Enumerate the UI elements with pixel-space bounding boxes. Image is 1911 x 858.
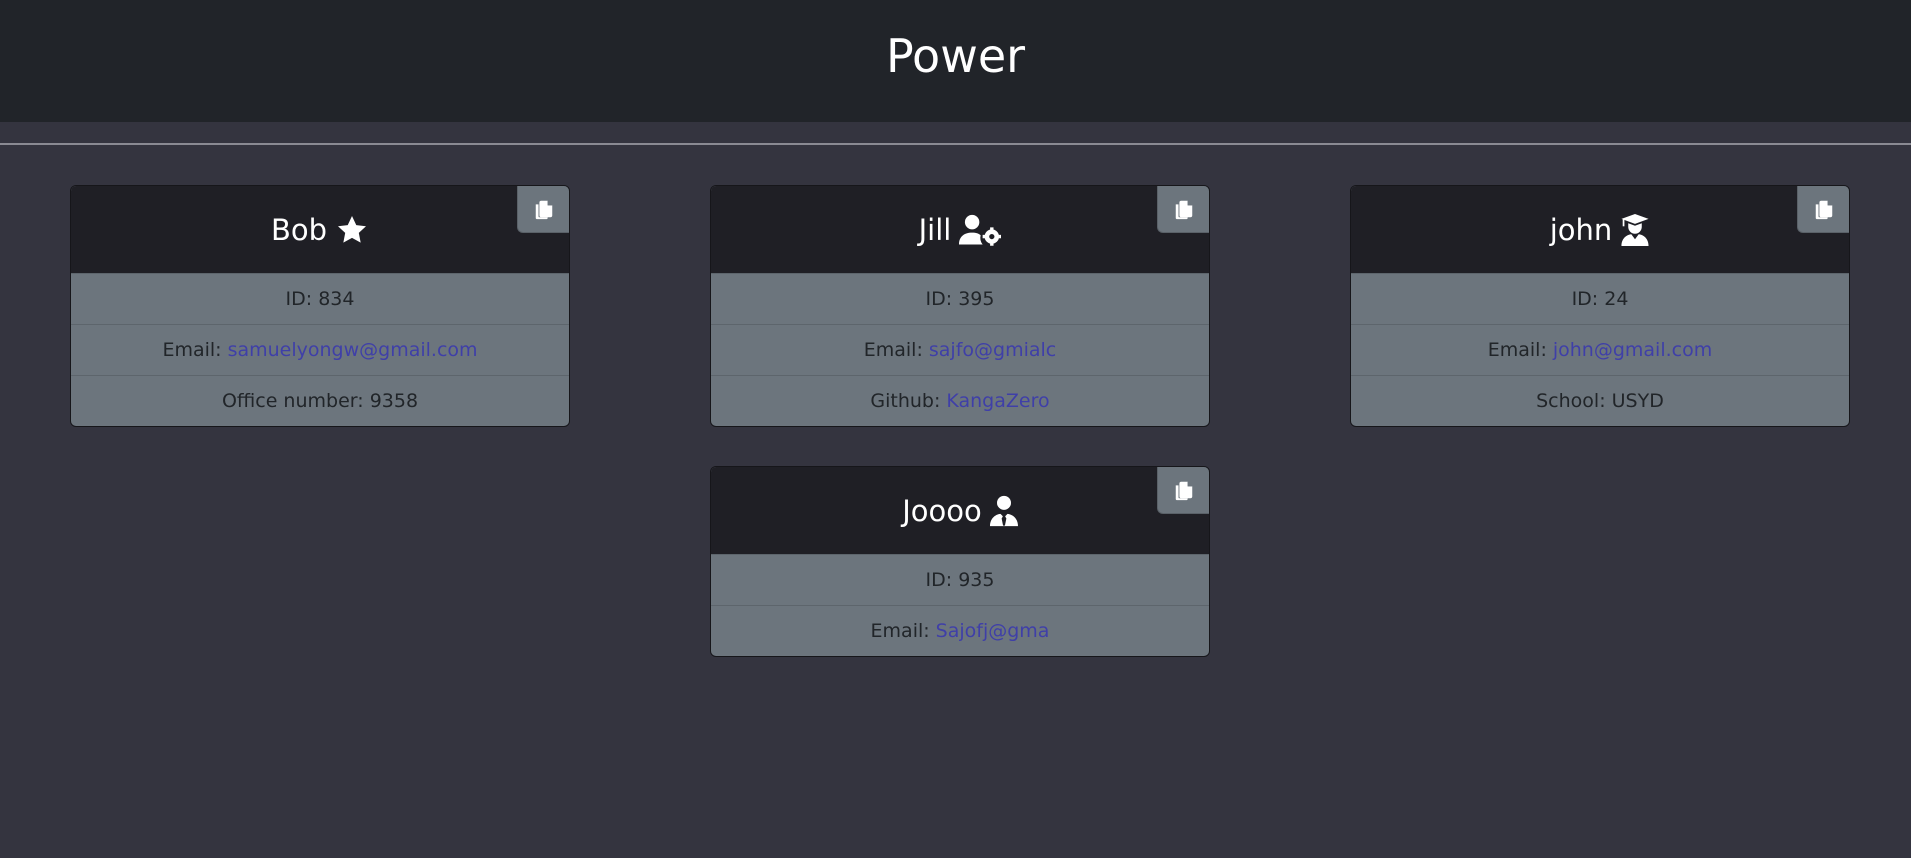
- email-label: Email:: [162, 339, 222, 361]
- id-row: ID: 834: [71, 273, 569, 324]
- employee-name: Jill: [918, 212, 952, 247]
- card-header: Jill: [711, 186, 1209, 273]
- copy-button[interactable]: [517, 186, 569, 233]
- email-label: Email:: [870, 620, 930, 642]
- id-row: ID: 935: [711, 554, 1209, 605]
- email-label: Email:: [863, 339, 923, 361]
- id-row: ID: 395: [711, 273, 1209, 324]
- page-header: Power: [0, 0, 1911, 122]
- user-graduate-icon: [1620, 213, 1650, 246]
- employee-card: Joooo ID: 935 Email: Sajofj@gma: [710, 466, 1210, 657]
- github-label: Github:: [870, 390, 941, 412]
- user-tie-icon: [989, 495, 1018, 527]
- office-row: Office number: 9358: [71, 375, 569, 426]
- email-link[interactable]: samuelyongw@gmail.com: [228, 339, 478, 361]
- email-row: Email: Sajofj@gma: [711, 605, 1209, 656]
- id-text: ID: 24: [1571, 288, 1629, 310]
- email-label: Email:: [1487, 339, 1547, 361]
- github-row: Github: KangaZero: [711, 375, 1209, 426]
- email-link[interactable]: Sajofj@gma: [936, 620, 1050, 642]
- star-icon: [335, 214, 369, 246]
- copy-button[interactable]: [1157, 467, 1209, 514]
- copy-icon: [533, 198, 555, 220]
- employee-name: Bob: [270, 212, 328, 247]
- id-text: ID: 395: [925, 288, 995, 310]
- email-link[interactable]: john@gmail.com: [1553, 339, 1712, 361]
- github-link[interactable]: KangaZero: [946, 390, 1049, 412]
- card-header: Joooo: [711, 467, 1209, 554]
- office-text: Office number: 9358: [221, 390, 419, 412]
- copy-icon: [1173, 198, 1195, 220]
- school-text: School: USYD: [1536, 390, 1664, 412]
- employee-card: john ID: 24 Email: john@gmail.com School:…: [1350, 185, 1850, 427]
- employee-card: Bob ID: 834 Email: samuelyongw@gmail.com …: [70, 185, 570, 427]
- divider: [0, 143, 1911, 145]
- id-text: ID: 935: [925, 569, 995, 591]
- page-title: Power: [885, 29, 1026, 83]
- employee-card: Jill ID: 395 Email: sajfo@gmialc Github: K…: [710, 185, 1210, 427]
- card-header: Bob: [71, 186, 569, 273]
- id-row: ID: 24: [1351, 273, 1849, 324]
- copy-button[interactable]: [1157, 186, 1209, 233]
- email-row: Email: samuelyongw@gmail.com: [71, 324, 569, 375]
- card-header: john: [1351, 186, 1849, 273]
- email-link[interactable]: sajfo@gmialc: [929, 339, 1056, 361]
- id-text: ID: 834: [285, 288, 355, 310]
- employee-name: john: [1549, 212, 1613, 247]
- copy-button[interactable]: [1797, 186, 1849, 233]
- school-row: School: USYD: [1351, 375, 1849, 426]
- email-row: Email: sajfo@gmialc: [711, 324, 1209, 375]
- copy-icon: [1813, 198, 1835, 220]
- user-gear-icon: [959, 214, 1002, 246]
- copy-icon: [1173, 479, 1195, 501]
- email-row: Email: john@gmail.com: [1351, 324, 1849, 375]
- employee-name: Joooo: [902, 493, 982, 528]
